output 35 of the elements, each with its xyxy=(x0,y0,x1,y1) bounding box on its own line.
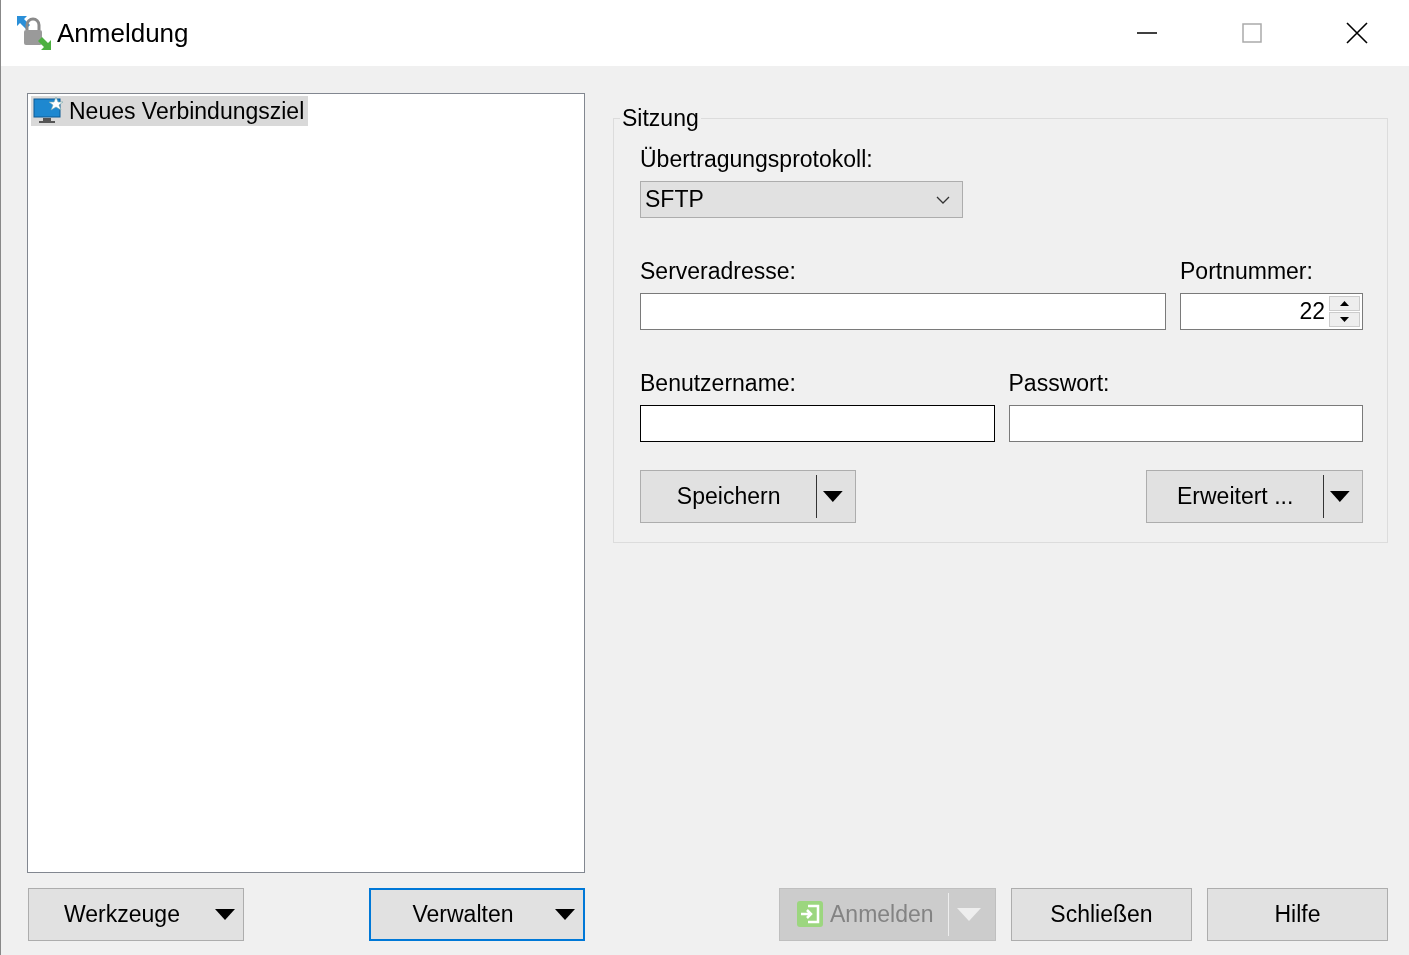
up-arrow-icon xyxy=(1340,301,1349,306)
field-label: Portnummer: xyxy=(1180,258,1314,285)
menu-button[interactable]: Verwalten xyxy=(369,887,585,941)
dropdown-arrow-icon xyxy=(555,908,575,920)
spin-up-button[interactable] xyxy=(1329,296,1360,311)
field-label: Übertragungsprotokoll: xyxy=(640,146,874,173)
field-label: Passwort: xyxy=(1008,370,1111,397)
field-label: Benutzername: xyxy=(640,370,797,397)
password-field[interactable] xyxy=(1008,405,1363,442)
dropdown-arrow-icon xyxy=(215,908,235,920)
window-title: Anmeldung xyxy=(57,17,189,49)
server-address-field[interactable] xyxy=(640,293,1166,330)
close-icon xyxy=(1345,22,1368,44)
monitor-star-icon xyxy=(33,97,63,125)
save-button[interactable]: Speichern xyxy=(640,470,856,523)
enter-icon xyxy=(796,900,824,928)
minimize-icon xyxy=(1136,32,1157,34)
advanced-button[interactable]: Erweitert ... xyxy=(1146,470,1363,523)
dropdown-arrow-icon xyxy=(956,907,981,921)
dropdown-arrow-icon xyxy=(823,491,843,502)
down-arrow-icon xyxy=(1340,317,1349,322)
maximize-icon xyxy=(1241,23,1262,43)
site-item[interactable]: Neues Verbindungsziel xyxy=(31,96,309,126)
spin-down-button[interactable] xyxy=(1329,312,1360,327)
menu-button[interactable]: Werkzeuge xyxy=(28,887,244,941)
dropdown-arrow-icon xyxy=(1330,491,1350,502)
dialog-button[interactable]: Hilfe xyxy=(1207,887,1388,941)
username-field[interactable] xyxy=(640,405,995,442)
group-title: Sitzung xyxy=(621,105,700,132)
port-spinner[interactable]: 22 xyxy=(1180,293,1363,330)
field-label: Serveradresse: xyxy=(640,258,797,285)
protocol-dropdown[interactable]: SFTP xyxy=(640,181,963,218)
padlock-arrows-icon xyxy=(15,14,53,52)
chevron-down-icon xyxy=(936,195,950,204)
dialog-button[interactable]: Schließen xyxy=(1011,887,1192,941)
